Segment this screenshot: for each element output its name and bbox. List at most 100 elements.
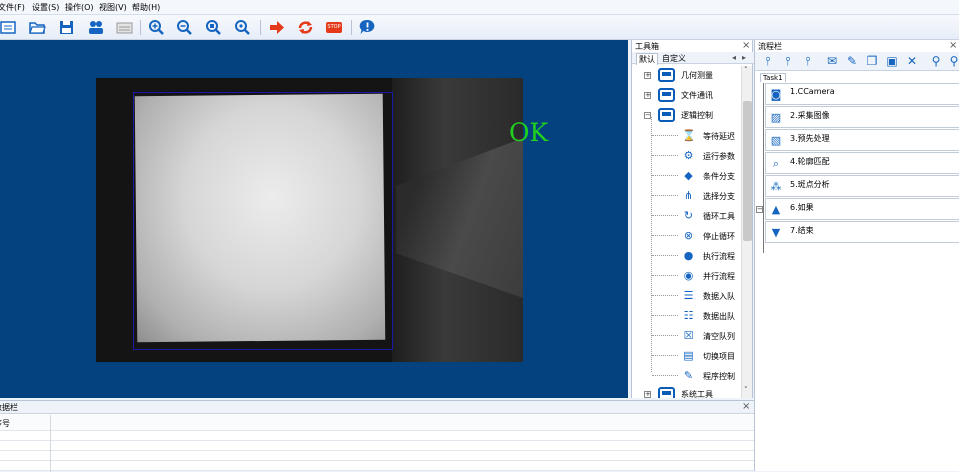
toolbox-close-icon[interactable]: × (742, 40, 750, 51)
tab-next-icon[interactable]: ▸ (740, 53, 748, 62)
flow-step-capture[interactable]: ▨ 2.采集图像 (765, 106, 959, 128)
tool-loop[interactable]: ↻ 循环工具 (652, 207, 742, 224)
roi-rectangle[interactable] (133, 92, 393, 350)
tree-category-system-tools[interactable]: + 系统工具 (643, 386, 743, 398)
tree-connector (652, 275, 678, 276)
align-bottom-icon[interactable]: ⫯ (801, 54, 815, 68)
toolbar-divider (260, 20, 261, 35)
run-loop-icon[interactable] (297, 19, 314, 36)
column-divider (50, 415, 51, 472)
align-middle-icon[interactable]: ⫯ (781, 54, 795, 68)
tree-category-file-comm[interactable]: + 文件通讯 (643, 87, 743, 104)
comment-icon[interactable]: ✉ (825, 54, 839, 68)
table-row[interactable] (0, 461, 754, 471)
save-icon[interactable] (58, 19, 75, 36)
keyboard-icon[interactable] (116, 19, 133, 36)
stop-button[interactable]: STOP (326, 22, 342, 33)
run-once-icon[interactable] (268, 19, 285, 36)
tool-wait-delay[interactable]: ⌛ 等待延迟 (652, 127, 742, 144)
tool-program-control[interactable]: ✎ 程序控制 (652, 367, 742, 384)
copy-icon[interactable]: ❐ (865, 54, 879, 68)
tool-run-params[interactable]: ⚙ 运行参数 (652, 147, 742, 164)
zoom-fit-icon[interactable] (205, 19, 222, 36)
edit-icon[interactable]: ✎ (845, 54, 859, 68)
scroll-down-icon[interactable]: ˅ (744, 386, 748, 394)
tool-label: 切换项目 (703, 352, 735, 361)
new-icon[interactable] (0, 19, 17, 36)
tree-category-geometry[interactable]: + 几何测量 (643, 67, 743, 84)
collapse-icon[interactable]: − (756, 206, 763, 213)
tool-dequeue[interactable]: ☷ 数据出队 (652, 307, 742, 324)
capture-image-icon: ▨ (770, 111, 782, 124)
menu-bar: 文件(F) 设置(S) 操作(O) 视图(V) 帮助(H) (0, 0, 959, 15)
image-canvas[interactable]: OK (0, 40, 628, 398)
toolbar-divider (351, 20, 352, 35)
flow-step-camera[interactable]: ◙ 1.CCamera (765, 83, 959, 105)
main-toolbar: STOP (0, 15, 959, 40)
tool-condition-branch[interactable]: ◆ 条件分支 (652, 167, 742, 184)
about-icon[interactable] (359, 19, 376, 36)
blob-analysis-icon: ⁂ (770, 180, 782, 193)
collapse-icon[interactable]: − (644, 112, 651, 119)
paste-icon[interactable]: ▣ (885, 54, 899, 68)
tab-custom[interactable]: 自定义 (660, 53, 688, 64)
flow-toolbar: ⫯ ⫯ ⫯ ✉ ✎ ❐ ▣ ✕ ⚲ ⚲ (755, 52, 959, 71)
scroll-up-icon[interactable]: ˄ (744, 66, 748, 74)
search-next-icon[interactable]: ⚲ (947, 54, 959, 68)
flow-panel-close-icon[interactable]: × (949, 40, 957, 51)
expand-icon[interactable]: + (644, 391, 651, 398)
tool-label: 清空队列 (703, 332, 735, 341)
menu-view[interactable]: 视图(V) (99, 2, 127, 13)
data-panel-close-icon[interactable]: × (742, 401, 750, 412)
zoom-actual-icon[interactable] (234, 19, 251, 36)
contour-match-icon: ⌕ (772, 157, 780, 170)
tool-clear-queue[interactable]: ☒ 清空队列 (652, 327, 742, 344)
table-row[interactable] (0, 451, 754, 461)
scrollbar-thumb[interactable] (743, 101, 752, 241)
flow-step-end[interactable]: ▼ 7.结束 (765, 221, 959, 243)
category-icon (658, 387, 675, 398)
menu-operation[interactable]: 操作(O) (65, 2, 94, 13)
flow-step-contour-match[interactable]: ⌕ 4.轮廓匹配 (765, 152, 959, 174)
tree-category-logic-control[interactable]: − 逻辑控制 (643, 107, 743, 124)
flow-step-preprocess[interactable]: ▧ 3.预先处理 (765, 129, 959, 151)
expand-icon[interactable]: + (644, 92, 651, 99)
tool-enqueue[interactable]: ☰ 数据入队 (652, 287, 742, 304)
flow-step-if[interactable]: − ▲ 6.如果 (756, 198, 959, 220)
table-row[interactable] (0, 441, 754, 451)
tool-switch-project[interactable]: ▤ 切换项目 (652, 347, 742, 364)
tab-default[interactable]: 默认 (636, 53, 658, 65)
menu-help[interactable]: 帮助(H) (132, 2, 160, 13)
flow-step-blob-analysis[interactable]: ⁂ 5.斑点分析 (765, 175, 959, 197)
execute-flow-icon: ● (683, 249, 694, 262)
task-connector (763, 83, 764, 253)
tool-execute-flow[interactable]: ● 执行流程 (652, 247, 742, 264)
toolbar-divider (140, 20, 141, 35)
table-row[interactable] (0, 431, 754, 441)
tab-prev-icon[interactable]: ◂ (730, 53, 738, 62)
expand-icon[interactable]: + (644, 72, 651, 79)
delete-icon[interactable]: ✕ (905, 54, 919, 68)
flow-step-label: 7.结束 (790, 226, 814, 235)
tab-task1[interactable]: Task1 (760, 73, 786, 82)
toolbox-scrollbar[interactable]: ˄ ˅ (741, 66, 752, 398)
tool-select-branch[interactable]: ⋔ 选择分支 (652, 187, 742, 204)
menu-file[interactable]: 文件(F) (0, 2, 25, 13)
open-folder-icon[interactable] (29, 19, 46, 36)
search-icon[interactable]: ⚲ (929, 54, 943, 68)
menu-settings[interactable]: 设置(S) (32, 2, 59, 13)
stop-loop-icon: ⊗ (683, 229, 694, 242)
hourglass-icon: ⌛ (682, 129, 696, 142)
tree-category-label: 几何测量 (681, 71, 713, 80)
zoom-out-icon[interactable] (176, 19, 193, 36)
users-icon[interactable] (87, 19, 104, 36)
flow-panel: 流程栏 ⫯ ⫯ ⫯ ✉ ✎ ❐ ▣ ✕ ⚲ ⚲ Task1 ◙ 1.CCamer… (754, 40, 959, 471)
preprocess-icon: ▧ (770, 134, 782, 147)
data-panel-title: 数据栏 (0, 403, 18, 412)
zoom-in-icon[interactable] (148, 19, 165, 36)
tool-stop-loop[interactable]: ⊗ 停止循环 (652, 227, 742, 244)
tree-connector (652, 215, 678, 216)
align-top-icon[interactable]: ⫯ (761, 54, 775, 68)
tool-parallel-flow[interactable]: ◉ 并行流程 (652, 267, 742, 284)
flow-step-label: 2.采集图像 (790, 111, 830, 120)
